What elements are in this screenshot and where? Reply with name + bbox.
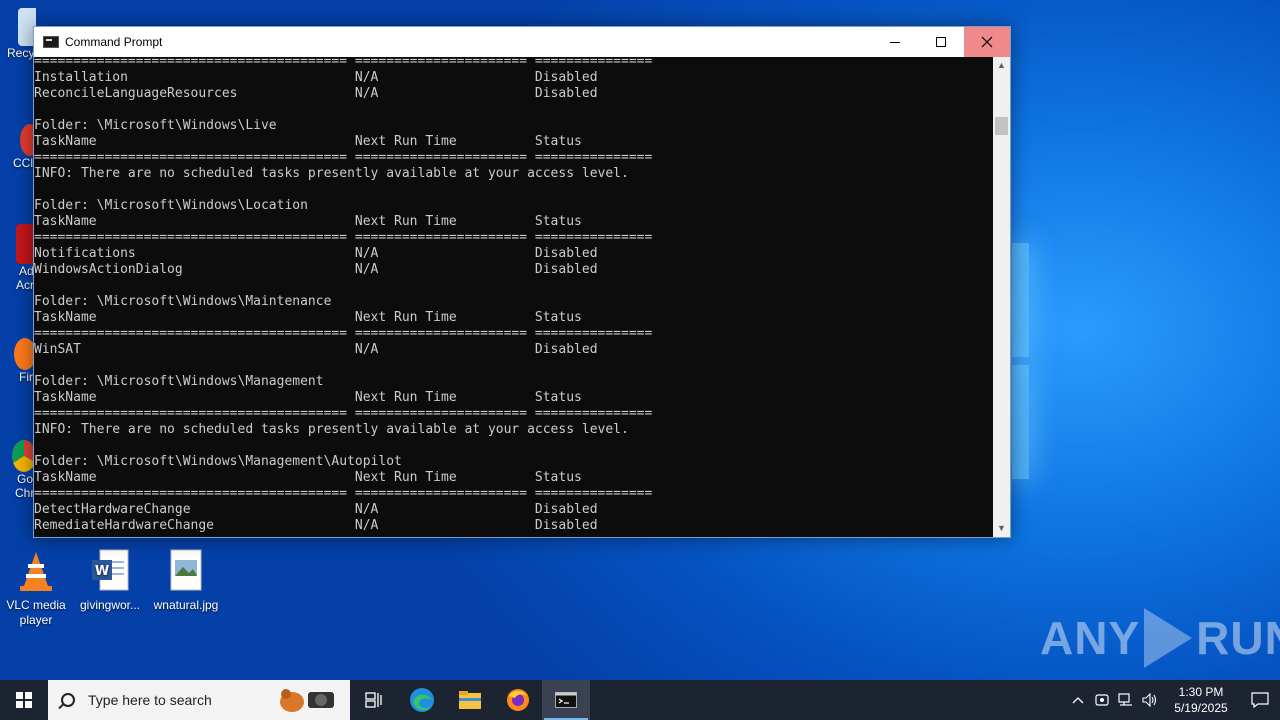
taskbar-search-box[interactable]: Type here to search	[48, 680, 350, 720]
tray-overflow-button[interactable]	[1066, 680, 1090, 720]
tray-network[interactable]	[1114, 680, 1138, 720]
taskbar-command-prompt[interactable]	[542, 680, 590, 720]
svg-text:W: W	[95, 564, 109, 579]
scrollbar-thumb[interactable]	[995, 117, 1008, 135]
word-document-icon: W	[86, 548, 134, 594]
desktop-icon-vlc[interactable]: VLC media player	[0, 548, 74, 628]
desktop-icon-image[interactable]: wnatural.jpg	[148, 548, 224, 613]
minimize-icon	[890, 41, 900, 43]
windows-start-icon	[16, 692, 32, 708]
desktop-icon-label: CCl	[13, 156, 33, 170]
vertical-scrollbar[interactable]: ▲ ▼	[993, 57, 1010, 537]
scroll-up-arrow-icon[interactable]: ▲	[993, 57, 1010, 74]
desktop-icon-label: Fir	[19, 370, 33, 384]
start-button[interactable]	[0, 680, 48, 720]
desktop-icon-label: VLC media player	[6, 598, 66, 627]
desktop-icon-label: Go	[17, 472, 34, 486]
scroll-down-arrow-icon[interactable]: ▼	[993, 520, 1010, 537]
command-prompt-icon	[43, 36, 59, 48]
desktop-icon-chrome[interactable]: Go Chr	[0, 440, 36, 522]
watermark-text-left: ANY	[1040, 612, 1141, 664]
desktop-icon-label: wnatural.jpg	[153, 598, 219, 612]
desktop-icon-label: givingwor...	[79, 598, 141, 612]
search-placeholder: Type here to search	[88, 692, 212, 708]
anyrun-watermark: ANY RUN	[1040, 608, 1280, 668]
file-explorer-icon	[459, 691, 481, 709]
command-prompt-icon	[555, 692, 577, 708]
desktop-icon-ccleaner[interactable]: CCl	[0, 124, 36, 184]
desktop-icon-firefox[interactable]: Fir	[0, 338, 36, 398]
chevron-up-icon	[1072, 697, 1084, 704]
search-icon	[61, 693, 75, 707]
tray-volume[interactable]	[1138, 680, 1162, 720]
vlc-cone-icon	[12, 548, 60, 594]
task-view-icon	[365, 692, 382, 708]
desktop-icon-label: Chr	[15, 486, 35, 500]
search-highlight-illustration-icon	[280, 689, 334, 712]
maximize-icon	[936, 37, 946, 47]
minimize-button[interactable]	[872, 27, 918, 57]
desktop-icon-acrobat[interactable]: Ad Acr	[0, 224, 36, 304]
image-file-icon	[162, 548, 210, 594]
network-icon	[1118, 693, 1132, 706]
console-text: ========================================…	[34, 57, 653, 533]
action-center-button[interactable]	[1240, 680, 1280, 720]
window-titlebar[interactable]: Command Prompt	[34, 27, 1010, 57]
clock-date: 5/19/2025	[1174, 701, 1228, 715]
meet-now-icon	[1095, 694, 1109, 706]
command-prompt-window[interactable]: Command Prompt =========================…	[33, 26, 1011, 538]
taskbar-file-explorer[interactable]	[446, 680, 494, 720]
desktop-icon-label: Acr	[16, 278, 34, 292]
taskbar-clock[interactable]: 1:30 PM 5/19/2025	[1162, 684, 1240, 716]
notification-icon	[1251, 692, 1269, 708]
desktop-icon-recycle-bin[interactable]: Recy	[0, 8, 36, 78]
volume-icon	[1142, 693, 1157, 707]
taskbar-firefox[interactable]	[494, 680, 542, 720]
taskbar-edge[interactable]	[398, 680, 446, 720]
desktop-icon-word-doc[interactable]: W givingwor...	[72, 548, 148, 613]
firefox-icon	[507, 689, 529, 711]
desktop-icon-label: Recy	[7, 46, 35, 60]
desktop-icon-label: Ad	[19, 264, 34, 278]
maximize-button[interactable]	[918, 27, 964, 57]
task-view-button[interactable]	[350, 680, 398, 720]
edge-icon	[410, 688, 434, 712]
close-button[interactable]	[964, 27, 1010, 57]
play-logo-icon	[1144, 608, 1193, 668]
taskbar: Type here to search 1:30 PM 5/19/2025	[0, 680, 1280, 720]
console-output[interactable]: ========================================…	[34, 57, 994, 537]
watermark-text-right: RUN	[1196, 612, 1280, 664]
close-icon	[981, 36, 993, 48]
desktop: Recy CCl Ad Acr Fir Go Chr VLC media pla…	[0, 0, 1280, 680]
window-title: Command Prompt	[65, 35, 163, 49]
clock-time: 1:30 PM	[1178, 685, 1224, 699]
tray-meet-now[interactable]	[1090, 680, 1114, 720]
system-tray: 1:30 PM 5/19/2025	[1066, 680, 1280, 720]
